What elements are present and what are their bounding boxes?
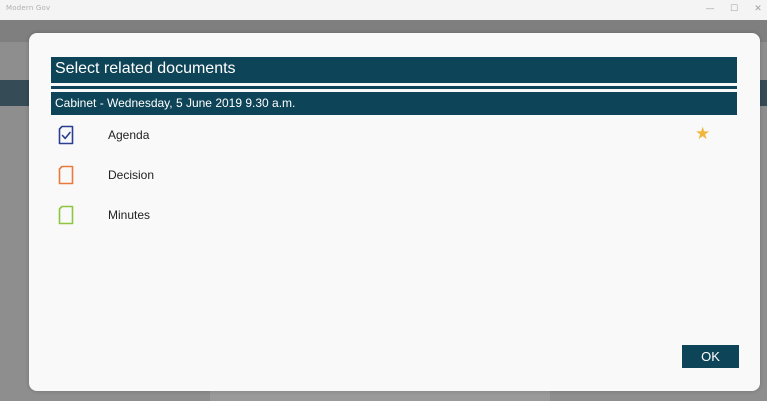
app-title: Modern Gov	[6, 4, 51, 12]
agenda-icon	[58, 125, 74, 145]
document-label: Minutes	[108, 208, 151, 222]
app-window: Modern Gov — ☐ ✕ Select related document…	[0, 0, 767, 401]
dialog-header: Select related documents	[51, 57, 737, 83]
minimize-icon[interactable]: —	[705, 2, 715, 16]
ok-button[interactable]: OK	[682, 345, 739, 368]
star-icon[interactable]: ★	[695, 124, 710, 144]
meeting-title: Cabinet - Wednesday, 5 June 2019 9.30 a.…	[55, 96, 296, 110]
close-icon[interactable]: ✕	[753, 2, 763, 16]
maximize-icon[interactable]: ☐	[729, 2, 739, 16]
meeting-header: Cabinet - Wednesday, 5 June 2019 9.30 a.…	[51, 92, 737, 115]
document-item-minutes[interactable]: Minutes	[51, 202, 737, 242]
decision-icon	[58, 165, 74, 185]
document-label: Agenda	[108, 128, 150, 142]
dialog-title: Select related documents	[55, 60, 236, 77]
header-divider	[51, 86, 737, 89]
document-item-agenda[interactable]: Agenda ★	[51, 122, 737, 162]
document-label: Decision	[108, 168, 155, 182]
title-bar: Modern Gov — ☐ ✕	[0, 0, 767, 20]
related-documents-dialog: Select related documents Cabinet - Wedne…	[29, 33, 760, 391]
window-controls: — ☐ ✕	[705, 2, 763, 16]
minutes-icon	[58, 205, 74, 225]
document-item-decision[interactable]: Decision	[51, 162, 737, 202]
document-list: Agenda ★ Decision Minutes	[51, 122, 737, 242]
